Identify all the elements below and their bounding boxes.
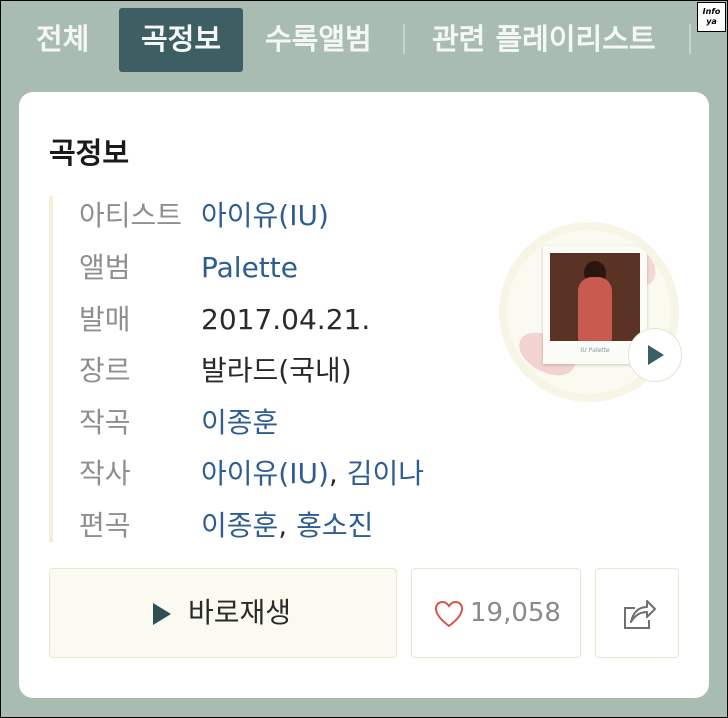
song-info-card: 곡정보 아티스트 아이유(IU) 앨범 Palette 발매 2017.04.21. … <box>19 92 709 698</box>
tab-all[interactable]: 전체 <box>36 8 89 72</box>
share-button[interactable] <box>595 568 679 658</box>
play-now-label: 바로재생 <box>188 596 292 629</box>
heart-icon <box>434 600 464 628</box>
tab-divider <box>403 24 405 54</box>
separator: , <box>328 457 347 490</box>
tab-song-info[interactable]: 곡정보 <box>119 8 244 72</box>
share-icon <box>624 600 656 629</box>
album-art-photo <box>550 253 640 341</box>
arranger-link[interactable]: 홍소진 <box>296 509 373 542</box>
composer-link[interactable]: 이종훈 <box>201 406 278 439</box>
info-row-genre: 장르 발라드(국내) <box>79 351 352 391</box>
info-row-release: 발매 2017.04.21. <box>79 300 370 340</box>
like-count: 19,058 <box>470 598 561 628</box>
info-row-album: 앨범 Palette <box>79 248 298 288</box>
genre-value: 발라드(국내) <box>201 354 352 387</box>
info-label: 장르 <box>79 354 131 387</box>
info-label: 아티스트 <box>79 199 183 232</box>
artist-figure-body <box>578 277 612 341</box>
section-title: 곡정보 <box>49 136 130 170</box>
info-label: 작곡 <box>79 406 131 439</box>
separator: , <box>278 509 297 542</box>
play-icon <box>153 603 171 625</box>
album-link[interactable]: Palette <box>201 251 298 284</box>
info-row-artist: 아티스트 아이유(IU) <box>79 196 329 236</box>
like-button[interactable]: 19,058 <box>411 568 581 658</box>
arranger-link[interactable]: 이종훈 <box>201 509 278 542</box>
play-now-button[interactable]: 바로재생 <box>49 568 397 658</box>
release-date: 2017.04.21. <box>201 303 371 336</box>
lyricist-link[interactable]: 아이유(IU) <box>201 457 329 490</box>
tab-divider <box>689 24 691 54</box>
tab-album-tracks[interactable]: 수록앨범 <box>265 8 372 72</box>
watermark-logo: Info ya <box>697 2 726 32</box>
album-play-button[interactable] <box>628 328 682 382</box>
info-row-lyricist: 작사 아이유(IU), 김이나 <box>79 454 424 494</box>
info-label: 앨범 <box>79 251 131 284</box>
tab-related-playlists[interactable]: 관련 플레이리스트 <box>432 8 656 72</box>
tab-bar: 전체 곡정보 수록앨범 관련 플레이리스트 <box>0 0 728 78</box>
artist-link[interactable]: 아이유(IU) <box>201 199 329 232</box>
info-row-arranger: 편곡 이종훈, 홍소진 <box>79 506 373 546</box>
lyricist-link[interactable]: 김이나 <box>347 457 424 490</box>
info-list: 아티스트 아이유(IU) 앨범 Palette 발매 2017.04.21. 장르 발라… <box>49 196 473 542</box>
info-label: 편곡 <box>79 509 131 542</box>
info-label: 발매 <box>79 303 131 336</box>
info-label: 작사 <box>79 457 131 490</box>
info-row-composer: 작곡 이종훈 <box>79 403 278 443</box>
play-icon <box>648 345 664 365</box>
